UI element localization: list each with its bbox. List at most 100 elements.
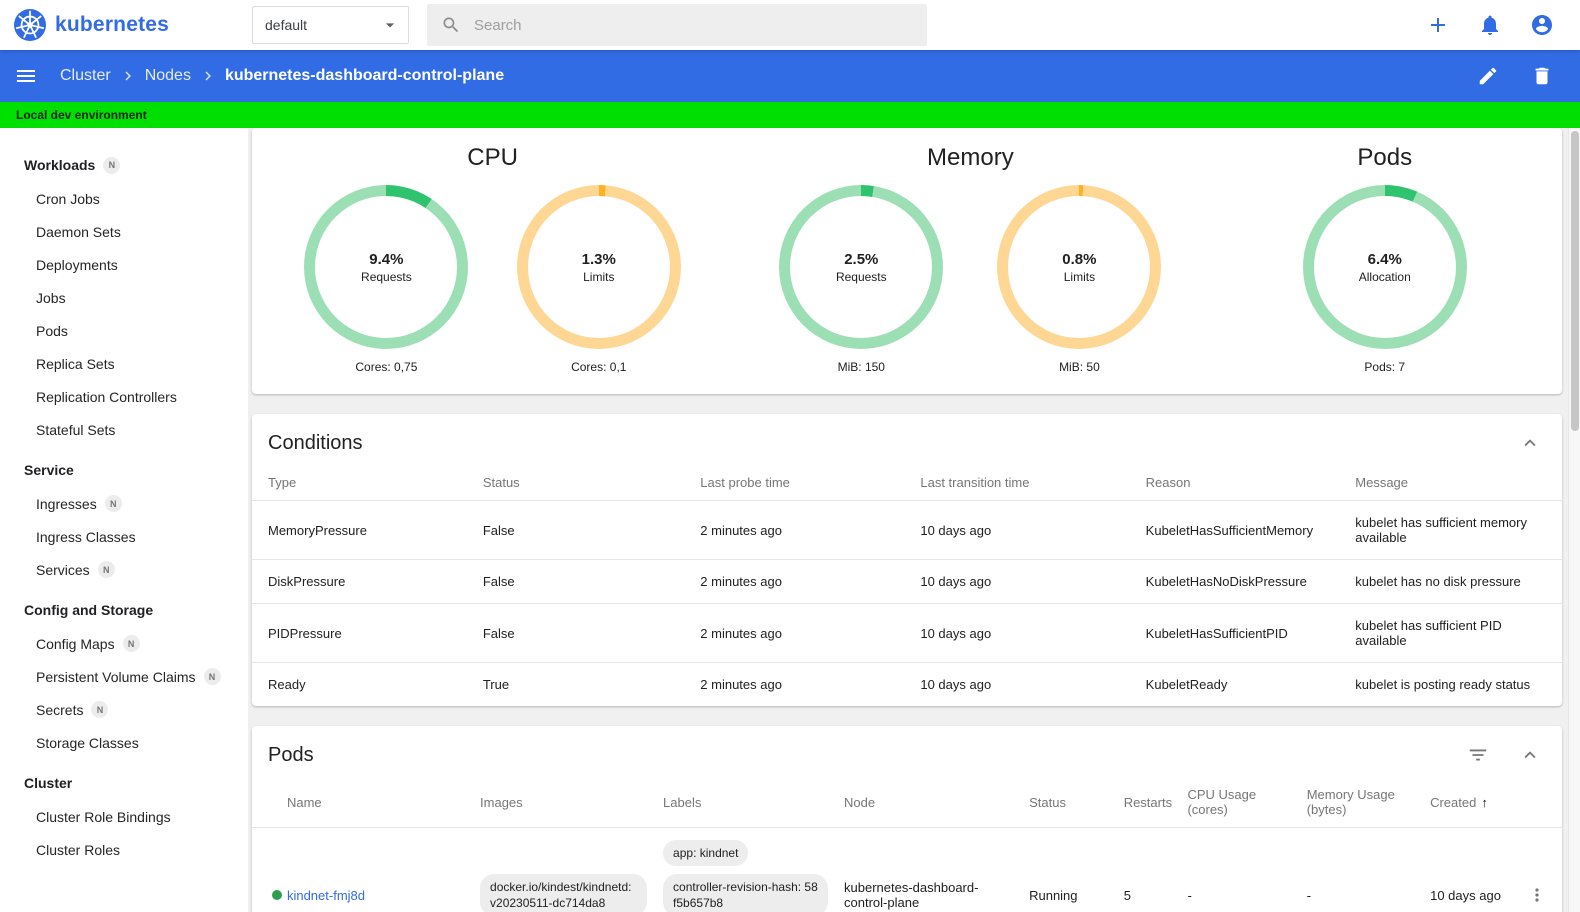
sidebar-item-cluster-roles[interactable]: Cluster Roles — [0, 833, 248, 866]
global-search[interactable] — [427, 4, 927, 46]
pods-header-row: Name Images Labels Node Status Restarts … — [252, 777, 1562, 828]
sidebar-item-deployments[interactable]: Deployments — [0, 248, 248, 281]
sidebar-item-cluster-role-bindings[interactable]: Cluster Role Bindings — [0, 800, 248, 833]
col-row-menu — [1517, 777, 1562, 828]
sidebar-item-label: Jobs — [36, 289, 66, 306]
conditions-title: Conditions — [268, 431, 363, 454]
sidebar-item-pods[interactable]: Pods — [0, 314, 248, 347]
sidebar-item-label: Config Maps — [36, 635, 115, 652]
create-resource-button[interactable] — [1426, 13, 1450, 37]
sidebar-item-cron-jobs[interactable]: Cron Jobs — [0, 182, 248, 215]
condition-status: False — [466, 603, 685, 663]
sidebar-item-ingress-classes[interactable]: Ingress Classes — [0, 520, 248, 553]
donut-pods-allocation: 6.4% Allocation Pods: 7 — [1301, 185, 1469, 374]
table-row: MemoryPressure False 2 minutes ago 10 da… — [252, 500, 1562, 560]
sidebar-item-label: Cluster Role Bindings — [36, 808, 171, 825]
namespaced-badge: N — [104, 495, 122, 512]
sidebar-item-config-maps[interactable]: Config Maps N — [0, 627, 248, 660]
breadcrumb-current-node: kubernetes-dashboard-control-plane — [224, 67, 505, 84]
table-row: PIDPressure False 2 minutes ago 10 days … — [252, 603, 1562, 663]
plus-icon — [1431, 18, 1445, 32]
status-ok-dot — [272, 890, 282, 900]
namespaced-badge: N — [103, 156, 121, 174]
condition-type: MemoryPressure — [252, 500, 467, 560]
condition-status: True — [466, 662, 685, 706]
filter-pods-button[interactable] — [1466, 743, 1490, 767]
menu-toggle-button[interactable] — [14, 64, 38, 88]
sidebar-item-stateful-sets[interactable]: Stateful Sets — [0, 413, 248, 446]
sidebar-header-config-storage: Config and Storage — [0, 593, 248, 627]
pod-memory-usage-cell: - — [1298, 827, 1423, 912]
image-chip: docker.io/kindest/kindnetd:v20230511-dc7… — [480, 874, 648, 912]
sidebar-item-label: Ingress Classes — [36, 528, 136, 545]
donut-ring: 2.5% Requests — [779, 185, 944, 349]
condition-reason: KubeletHasSufficientPID — [1129, 603, 1340, 663]
col-created-sort[interactable]: Created ↑ — [1422, 777, 1517, 828]
donut-kind: Requests — [835, 269, 887, 284]
edit-resource-button[interactable] — [1476, 64, 1500, 88]
condition-reason: KubeletHasSufficientMemory — [1129, 500, 1340, 560]
condition-probe-time: 2 minutes ago — [684, 559, 905, 604]
chevron-right-icon — [199, 67, 217, 85]
pod-created-cell: 10 days ago — [1422, 827, 1517, 912]
donut-memory-limits: 0.8% Limits MiB: 50 — [995, 185, 1163, 374]
delete-resource-button[interactable] — [1530, 64, 1554, 88]
pod-status-text-cell: Running — [1021, 827, 1116, 912]
filter-icon — [1469, 749, 1487, 761]
sidebar-item-secrets[interactable]: Secrets N — [0, 693, 248, 726]
pod-menu-cell — [1516, 827, 1562, 912]
namespaced-badge: N — [97, 561, 115, 578]
vertical-scrollbar[interactable] — [1568, 128, 1580, 912]
sidebar-item-replica-sets[interactable]: Replica Sets — [0, 347, 248, 380]
sidebar-section-cluster: Cluster Cluster Role Bindings Cluster Ro… — [0, 766, 248, 866]
conditions-header-row: Type Status Last probe time Last transit… — [252, 465, 1562, 501]
search-icon — [443, 17, 459, 33]
collapse-conditions-button[interactable] — [1518, 431, 1542, 455]
col-type: Type — [268, 475, 297, 490]
pod-name-cell: kindnet-fmj8d — [286, 827, 473, 912]
sidebar-item-replication-controllers[interactable]: Replication Controllers — [0, 380, 248, 413]
col-created-label: Created — [1430, 794, 1477, 810]
breadcrumb-cluster[interactable]: Cluster — [60, 67, 111, 85]
condition-status: False — [466, 559, 685, 604]
sidebar-item-daemon-sets[interactable]: Daemon Sets — [0, 215, 248, 248]
namespace-selector[interactable]: default — [252, 6, 409, 44]
sidebar-item-ingresses[interactable]: Ingresses N — [0, 487, 248, 520]
conditions-card: Conditions Type Status Last probe time L… — [252, 414, 1562, 706]
row-menu-button[interactable] — [1525, 883, 1549, 907]
bell-icon — [1482, 15, 1498, 35]
col-name: Name — [286, 794, 322, 810]
scrollbar-thumb[interactable] — [1570, 131, 1579, 431]
topbar-actions — [1426, 13, 1580, 37]
cpu-allocation-group: CPU 9.4% Requests Cores: 0,75 1.3% Limit… — [258, 138, 727, 374]
kubernetes-brand[interactable]: kubernetes — [0, 9, 252, 41]
hamburger-icon — [17, 70, 35, 82]
sidebar-item-persistent-volume-claims[interactable]: Persistent Volume Claims N — [0, 660, 248, 693]
resource-allocation-card: CPU 9.4% Requests Cores: 0,75 1.3% Limit… — [252, 128, 1562, 394]
pod-name-link[interactable]: kindnet-fmj8d — [287, 888, 365, 903]
sidebar-item-storage-classes[interactable]: Storage Classes — [0, 726, 248, 759]
account-button[interactable] — [1530, 13, 1554, 37]
condition-message: kubelet has sufficient memory available — [1339, 500, 1562, 560]
breadcrumb-nodes[interactable]: Nodes — [145, 67, 191, 85]
collapse-pods-button[interactable] — [1518, 743, 1542, 767]
donut-kind: Limits — [1063, 269, 1096, 284]
search-input[interactable] — [474, 16, 913, 34]
notifications-button[interactable] — [1478, 13, 1502, 37]
sidebar-item-services[interactable]: Services N — [0, 553, 248, 586]
sidebar-nav: Workloads N Cron Jobs Daemon Sets Deploy… — [0, 128, 248, 912]
condition-type: Ready — [252, 662, 467, 706]
breadcrumb: Cluster Nodes kubernetes-dashboard-contr… — [60, 67, 504, 85]
condition-status: False — [466, 500, 685, 560]
top-bar: kubernetes default — [0, 0, 1580, 50]
col-status-dot — [252, 777, 287, 828]
sidebar-item-label: Daemon Sets — [36, 223, 121, 240]
conditions-table: Type Status Last probe time Last transit… — [252, 465, 1562, 706]
brand-wordmark: kubernetes — [55, 13, 170, 36]
col-node: Node — [844, 794, 876, 810]
label-chip: app: kindnet — [663, 840, 749, 866]
condition-message: kubelet is posting ready status — [1339, 662, 1562, 706]
col-reason: Reason — [1145, 475, 1191, 490]
pods-allocation-group: Pods 6.4% Allocation Pods: 7 — [1214, 138, 1556, 374]
sidebar-item-jobs[interactable]: Jobs — [0, 281, 248, 314]
